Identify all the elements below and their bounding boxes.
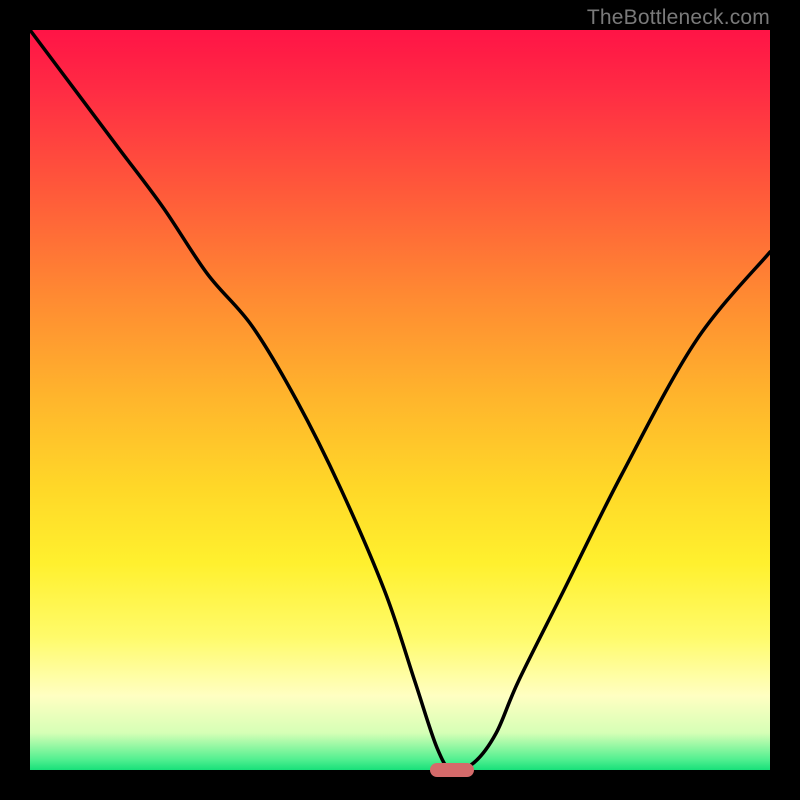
minimum-marker	[430, 763, 474, 777]
plot-area	[30, 30, 770, 770]
chart-frame: TheBottleneck.com	[0, 0, 800, 800]
curve-path	[30, 30, 770, 770]
watermark-text: TheBottleneck.com	[587, 6, 770, 30]
curve-svg	[30, 30, 770, 770]
